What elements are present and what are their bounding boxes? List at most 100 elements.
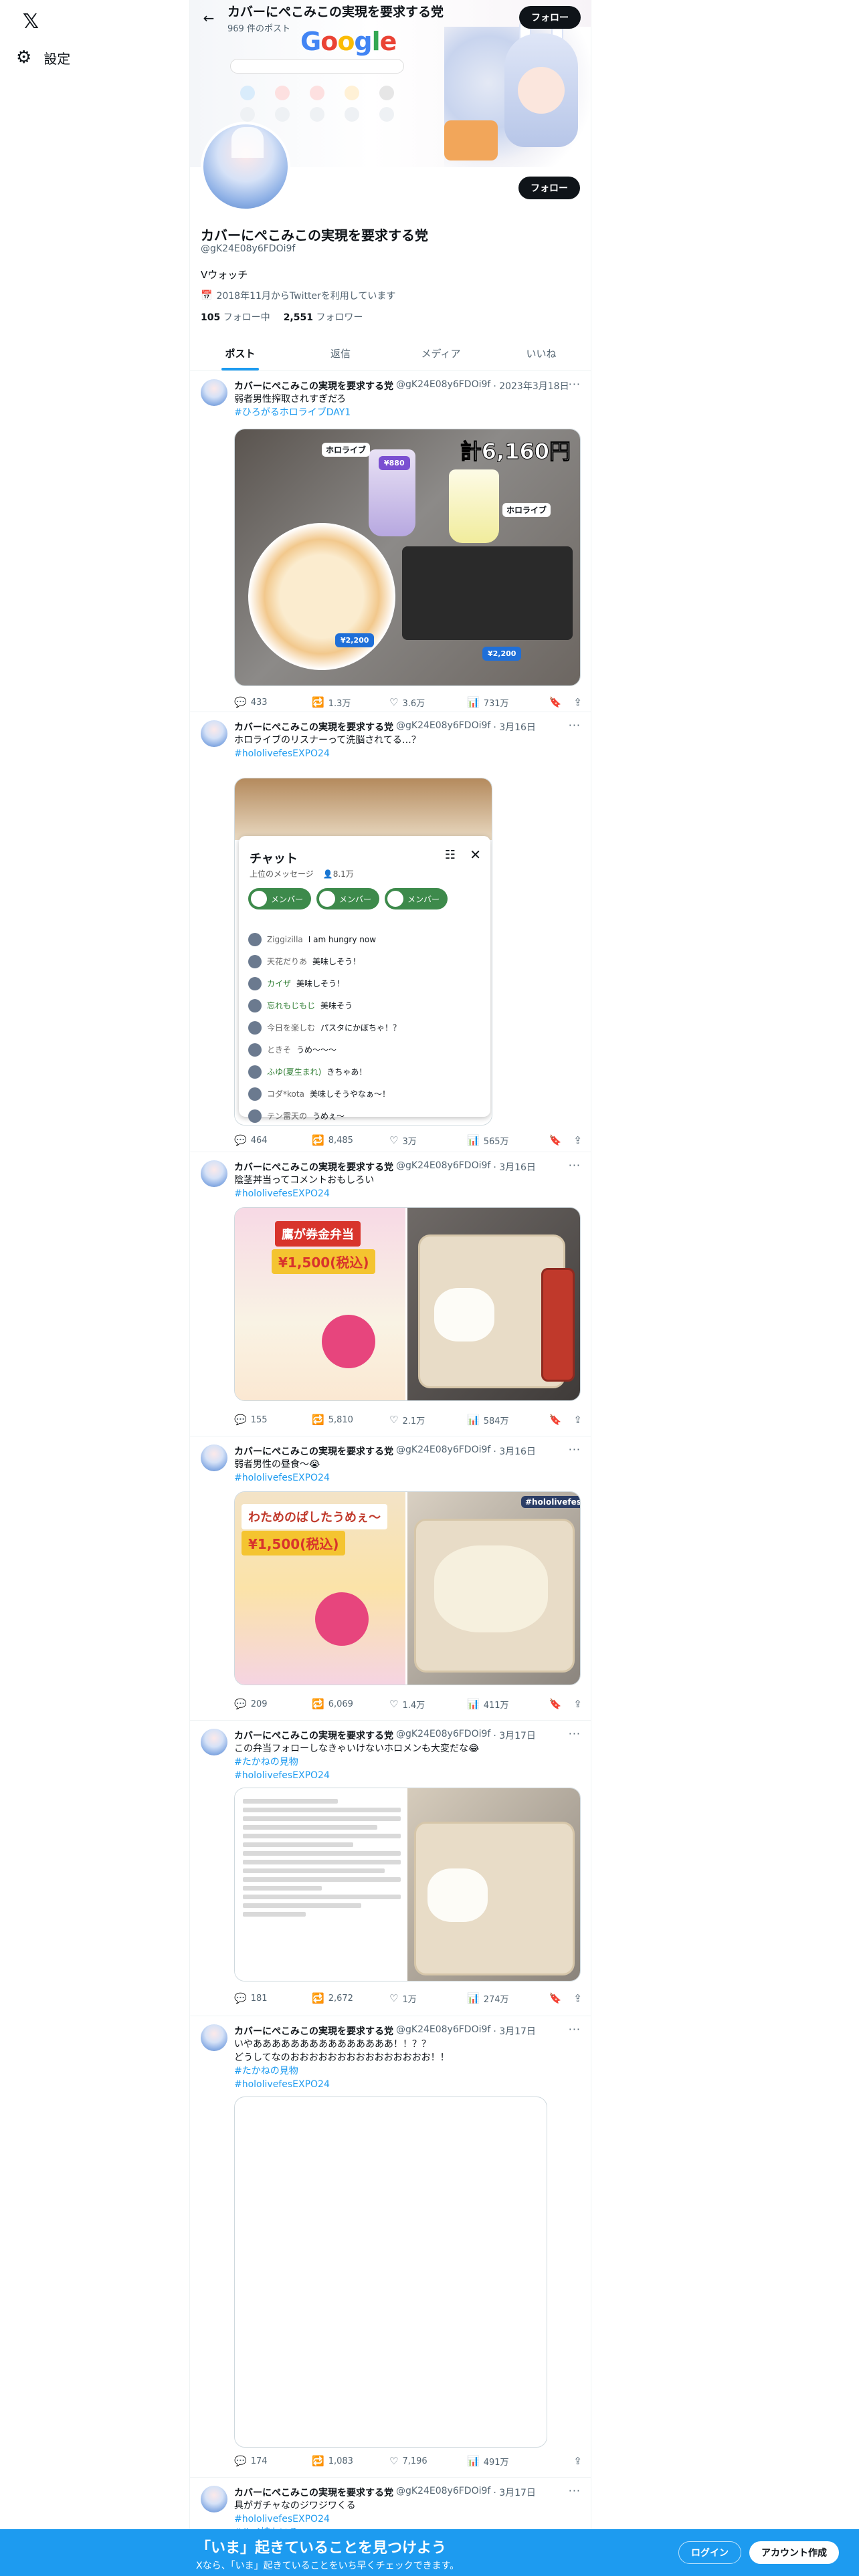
tweet-author-name[interactable]: カバーにぺこみこの実現を要求する党 (234, 379, 393, 393)
tweet-avatar[interactable] (201, 1160, 227, 1187)
repost-button[interactable]: 🔁 1.3万 (312, 696, 389, 709)
more-icon[interactable]: ··· (569, 1159, 581, 1172)
more-icon[interactable]: ··· (569, 2484, 581, 2497)
reply-button[interactable]: 💬 433 (234, 696, 312, 708)
tweet-date[interactable]: · 3月16日 (493, 1444, 536, 1458)
views-button[interactable]: 📊 565万 (467, 1134, 545, 1147)
tweet[interactable]: カバーにぺこみこの実現を要求する党 @gK24E08y6FDOi9f · 3月1… (190, 712, 591, 1152)
tweet-image[interactable] (234, 1788, 581, 1981)
more-icon[interactable]: ··· (569, 719, 581, 732)
tweet-image[interactable]: チャット ☷ ✕ 上位のメッセージ 👤8.1万 メンバー メンバー メンバー Z… (234, 778, 492, 1125)
tweet-author-handle[interactable]: @gK24E08y6FDOi9f (396, 1729, 490, 1742)
tweet[interactable]: カバーにぺこみこの実現を要求する党 @gK24E08y6FDOi9f · 202… (190, 371, 591, 712)
tweet-author-handle[interactable]: @gK24E08y6FDOi9f (396, 2486, 490, 2499)
hashtag-link[interactable]: #hololivefesEXPO24 (234, 2078, 575, 2091)
tweet-author-name[interactable]: カバーにぺこみこの実現を要求する党 (234, 1729, 393, 1742)
tab-likes[interactable]: いいね (491, 336, 591, 370)
tweet-image[interactable]: ホロライブ ホロライブ ¥2,200 ¥2,200 ¥880 計6,160円 (234, 429, 581, 686)
tweet[interactable]: カバーにぺこみこの実現を要求する党 @gK24E08y6FDOi9f · 3月1… (190, 1152, 591, 1436)
tweet-video[interactable] (234, 2097, 547, 2448)
tab-posts[interactable]: ポスト (190, 336, 290, 370)
reply-button[interactable]: 💬 181 (234, 1992, 312, 2004)
tweet-avatar[interactable] (201, 2486, 227, 2512)
back-arrow-icon[interactable]: ← (190, 10, 227, 26)
tweet-date[interactable]: · 3月17日 (493, 1729, 536, 1742)
more-icon[interactable]: ··· (569, 2023, 581, 2036)
share-icon[interactable]: ⇪ (573, 1992, 582, 2004)
tweet-date[interactable]: · 2023年3月18日 (493, 379, 569, 393)
hashtag-link[interactable]: #hololivefesEXPO24 (234, 2512, 575, 2526)
hashtag-link[interactable]: #たかねの見物 (234, 1755, 575, 1769)
repost-button[interactable]: 🔁 1,083 (312, 2455, 389, 2467)
x-logo-icon[interactable]: 𝕏 (17, 8, 44, 35)
tweet-author-handle[interactable]: @gK24E08y6FDOi9f (396, 1444, 490, 1458)
tweet-image[interactable]: 鷹が券金弁当 ¥1,500(税込) (234, 1207, 581, 1401)
tweet-date[interactable]: · 3月16日 (493, 720, 536, 734)
like-button[interactable]: ♡ 3万 (389, 1134, 467, 1147)
following-link[interactable]: 105 フォロー中 (201, 310, 270, 324)
tweet[interactable]: カバーにぺこみこの実現を要求する党 @gK24E08y6FDOi9f · 3月1… (190, 2016, 591, 2478)
views-button[interactable]: 📊 731万 (467, 696, 545, 709)
hashtag-link[interactable]: #hololivefesEXPO24 (234, 1187, 575, 1200)
repost-button[interactable]: 🔁 8,485 (312, 1134, 389, 1146)
profile-avatar[interactable] (201, 122, 290, 211)
hashtag-link[interactable]: #たかねの見物 (234, 2064, 575, 2078)
tweet-author-name[interactable]: カバーにぺこみこの実現を要求する党 (234, 1444, 393, 1458)
tweet-author-handle[interactable]: @gK24E08y6FDOi9f (396, 2024, 490, 2038)
views-button[interactable]: 📊 584万 (467, 1414, 545, 1426)
tweet-date[interactable]: · 3月17日 (493, 2486, 536, 2499)
tweet-avatar[interactable] (201, 1444, 227, 1471)
views-button[interactable]: 📊 274万 (467, 1992, 545, 2005)
more-icon[interactable]: ··· (569, 1443, 581, 1456)
reply-button[interactable]: 💬 464 (234, 1134, 312, 1146)
share-icon[interactable]: ⇪ (573, 1698, 582, 1710)
bookmark-icon[interactable]: 🔖 (549, 1698, 562, 1710)
repost-button[interactable]: 🔁 2,672 (312, 1992, 389, 2004)
hashtag-link[interactable]: #hololivefesEXPO24 (234, 1769, 575, 1782)
tweet-avatar[interactable] (201, 379, 227, 406)
tab-media[interactable]: メディア (391, 336, 491, 370)
header-follow-button[interactable]: フォロー (519, 6, 581, 29)
login-button[interactable]: ログイン (678, 2541, 741, 2564)
followers-link[interactable]: 2,551 フォロワー (284, 310, 363, 324)
reply-button[interactable]: 💬 155 (234, 1414, 312, 1426)
hashtag-link[interactable]: #ひろがるホロライブDAY1 (234, 406, 575, 419)
signup-button[interactable]: アカウント作成 (749, 2541, 839, 2564)
tweet-author-name[interactable]: カバーにぺこみこの実現を要求する党 (234, 720, 393, 734)
bookmark-icon[interactable]: 🔖 (549, 1992, 562, 2004)
repost-button[interactable]: 🔁 5,810 (312, 1414, 389, 1426)
tweet-image[interactable]: わためのぱしたうめぇ〜 ¥1,500(税込) #hololivefes (234, 1491, 581, 1685)
tweet-author-handle[interactable]: @gK24E08y6FDOi9f (396, 1160, 490, 1174)
tweet[interactable]: カバーにぺこみこの実現を要求する党 @gK24E08y6FDOi9f · 3月1… (190, 1436, 591, 1721)
views-button[interactable]: 📊 411万 (467, 1698, 545, 1711)
hashtag-link[interactable]: #hololivefesEXPO24 (234, 747, 575, 760)
tweet-avatar[interactable] (201, 720, 227, 747)
tweet-author-handle[interactable]: @gK24E08y6FDOi9f (396, 379, 490, 393)
tweet-avatar[interactable] (201, 2024, 227, 2051)
like-button[interactable]: ♡ 3.6万 (389, 696, 467, 709)
reply-button[interactable]: 💬 174 (234, 2455, 312, 2467)
like-button[interactable]: ♡ 2.1万 (389, 1414, 467, 1426)
tweet-date[interactable]: · 3月17日 (493, 2024, 536, 2038)
tweet-author-name[interactable]: カバーにぺこみこの実現を要求する党 (234, 2024, 393, 2038)
follow-button[interactable]: フォロー (518, 177, 580, 199)
tweet-date[interactable]: · 3月16日 (493, 1160, 536, 1174)
more-icon[interactable]: ··· (569, 1727, 581, 1740)
tab-replies[interactable]: 返信 (290, 336, 391, 370)
views-button[interactable]: 📊 491万 (467, 2455, 545, 2468)
like-button[interactable]: ♡ 1.4万 (389, 1698, 467, 1711)
tweet-author-handle[interactable]: @gK24E08y6FDOi9f (396, 720, 490, 734)
share-icon[interactable]: ⇪ (573, 696, 582, 708)
more-icon[interactable]: ··· (569, 378, 581, 391)
like-button[interactable]: ♡ 1万 (389, 1992, 467, 2005)
share-icon[interactable]: ⇪ (573, 1414, 582, 1426)
settings-link[interactable]: ⚙ 設定 (16, 44, 70, 71)
hashtag-link[interactable]: #hololivefesEXPO24 (234, 1471, 575, 1485)
like-button[interactable]: ♡ 7,196 (389, 2455, 467, 2467)
tweet-author-name[interactable]: カバーにぺこみこの実現を要求する党 (234, 1160, 393, 1174)
reply-button[interactable]: 💬 209 (234, 1698, 312, 1710)
tweet-avatar[interactable] (201, 1729, 227, 1755)
tweet[interactable]: カバーにぺこみこの実現を要求する党 @gK24E08y6FDOi9f · 3月1… (190, 1721, 591, 2016)
bookmark-icon[interactable]: 🔖 (549, 1414, 562, 1426)
tweet-author-name[interactable]: カバーにぺこみこの実現を要求する党 (234, 2486, 393, 2499)
